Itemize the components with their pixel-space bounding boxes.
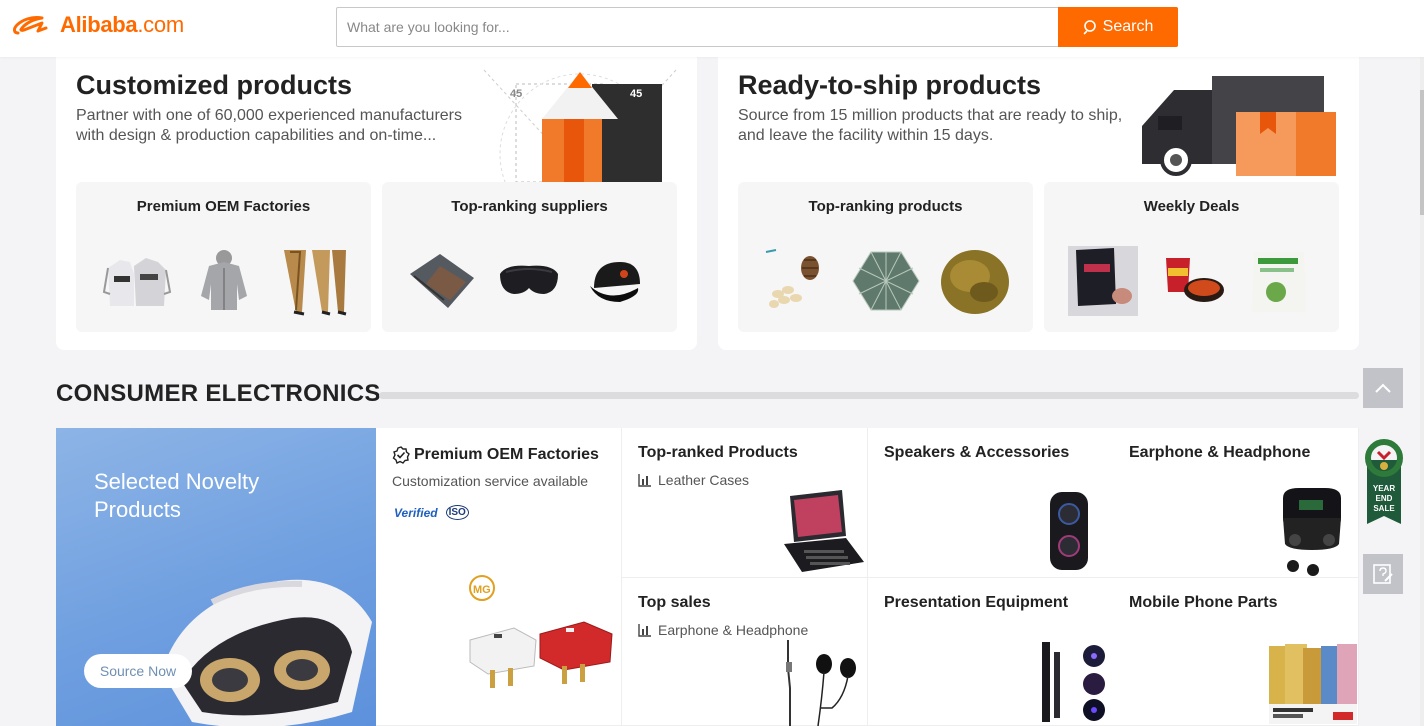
plug-adapter-image: MG: [469, 575, 613, 688]
ready-to-ship-card: Ready-to-ship products Source from 15 mi…: [718, 40, 1359, 350]
angle-label-left: 45: [510, 88, 522, 100]
angle-label-right: 45: [630, 88, 642, 100]
subcard-title: Top-ranking suppliers: [451, 198, 608, 215]
feedback-button[interactable]: [1363, 554, 1403, 594]
oem-subtitle: Customization service available: [392, 473, 589, 489]
top-sales-cell[interactable]: Top sales Earphone & Headphone: [622, 578, 868, 726]
cell-subtitle-text: Earphone & Headphone: [658, 622, 809, 638]
subcard-title: Premium OEM Factories: [136, 198, 311, 215]
scroll-to-top-button[interactable]: [1363, 368, 1403, 408]
iso-badge: ISO: [445, 505, 469, 520]
alibaba-logo-icon: [13, 16, 48, 35]
subcard-top-suppliers[interactable]: Top-ranking suppliers: [382, 182, 677, 332]
search-button[interactable]: Search: [1058, 7, 1178, 47]
sale-badge-text: YEAR END SALE: [1372, 484, 1396, 513]
category-grid: Premium OEM Factories Customization serv…: [376, 428, 1359, 726]
customized-title[interactable]: Customized products: [76, 70, 352, 101]
speakers-accessories-cell[interactable]: Speakers & Accessories: [868, 428, 1114, 578]
search-button-label: Search: [1102, 18, 1154, 35]
snack-pack-image[interactable]: [1066, 244, 1140, 318]
earbuds-case-image: [1283, 488, 1341, 576]
year-end-sale-badge[interactable]: YEAR END SALE: [1365, 438, 1403, 524]
subcard-premium-oem[interactable]: Premium OEM Factories: [76, 182, 371, 332]
search-input[interactable]: [337, 8, 1059, 46]
tablet-case-image: [784, 490, 864, 572]
cell-title: Top sales: [638, 594, 711, 611]
source-now-button[interactable]: Source Now: [84, 654, 192, 688]
eye-mask-image[interactable]: [492, 244, 566, 318]
cell-title: Presentation Equipment: [884, 594, 1069, 611]
matcha-pouch-image[interactable]: [1242, 244, 1316, 318]
verified-check-icon: [392, 446, 410, 464]
cell-subtitle-text: Leather Cases: [658, 472, 750, 488]
cell-title: Mobile Phone Parts: [1129, 594, 1278, 611]
noodle-bowl-image[interactable]: [1154, 244, 1228, 318]
herb-powder-image[interactable]: [938, 244, 1012, 318]
cell-title: Earphone & Headphone: [1129, 444, 1311, 461]
search-bar: Search: [336, 7, 1178, 47]
oem-factories-cell[interactable]: Premium OEM Factories Customization serv…: [376, 428, 622, 726]
cell-title: Top-ranked Products: [638, 444, 798, 461]
top-header: Alibaba.com Search: [0, 0, 1424, 57]
cell-subtitle: Leather Cases: [638, 472, 749, 488]
speaker-image: [1050, 492, 1088, 570]
ready-to-ship-title[interactable]: Ready-to-ship products: [738, 70, 1041, 101]
truck-illustration: [1142, 76, 1336, 176]
novelty-products-banner[interactable]: Selected Novelty Products Source Now: [56, 428, 376, 726]
earphone-headphone-cell[interactable]: Earphone & Headphone: [1113, 428, 1359, 578]
oem-cell-title: Premium OEM Factories: [392, 446, 599, 464]
ready-desc-line2: and leave the facility within 15 days.: [738, 127, 994, 144]
logo-domain-text: .com: [137, 12, 184, 37]
cell-title: Speakers & Accessories: [884, 444, 1070, 461]
top-ranked-products-cell[interactable]: Top-ranked Products Leather Cases: [622, 428, 868, 578]
subcard-title: Weekly Deals: [1143, 198, 1240, 215]
logo-brand-text: Alibaba: [60, 12, 138, 37]
svg-text:MG: MG: [473, 584, 491, 596]
verified-badge: Verified: [394, 505, 438, 520]
bar-chart-icon: [638, 624, 651, 637]
bar-chart-icon: [638, 474, 651, 487]
pencil-illustration: 45 45: [483, 69, 677, 182]
search-icon: [1083, 20, 1096, 35]
presentation-equipment-cell[interactable]: Presentation Equipment: [868, 578, 1114, 726]
page-scrollbar[interactable]: [1420, 0, 1424, 726]
grey-jacket-image[interactable]: [187, 244, 261, 318]
section-divider: [379, 392, 1359, 399]
oem-title-text: Premium OEM Factories: [414, 446, 599, 463]
pine-nuts-image[interactable]: [762, 244, 836, 318]
customized-description: Partner with one of 60,000 experienced m…: [76, 106, 462, 146]
alibaba-logo[interactable]: Alibaba .com: [12, 11, 184, 39]
mobile-phone-parts-cell[interactable]: Mobile Phone Parts: [1113, 578, 1359, 726]
vr-headset-image: [162, 579, 372, 726]
customized-desc-line1: Partner with one of 60,000 experienced m…: [76, 107, 463, 124]
customized-products-card: Customized products Partner with one of …: [56, 40, 697, 350]
ready-desc-line1: Source from 15 million products that are…: [738, 107, 1123, 124]
phone-screens-image: [1269, 644, 1357, 724]
subcard-title: Top-ranking products: [808, 198, 963, 215]
fishing-net-image[interactable]: [849, 244, 923, 318]
banner-title: Selected Novelty Products: [94, 469, 260, 522]
feedback-edit-icon: [1373, 564, 1393, 584]
ready-to-ship-description: Source from 15 million products that are…: [738, 106, 1122, 146]
oem-badges: Verified ISO: [394, 505, 469, 520]
cap-image[interactable]: [580, 244, 654, 318]
earphones-image: [786, 640, 856, 726]
scrollbar-thumb[interactable]: [1420, 90, 1424, 215]
hoodies-image[interactable]: [100, 244, 174, 318]
subcard-top-products[interactable]: Top-ranking products: [738, 182, 1033, 332]
subcard-weekly-deals[interactable]: Weekly Deals: [1044, 182, 1339, 332]
chevron-up-icon: [1375, 383, 1391, 393]
section-title-consumer-electronics: CONSUMER ELECTRONICS: [56, 380, 381, 407]
laser-pointer-image: [1042, 642, 1105, 722]
customized-desc-line2: with design & production capabilities an…: [76, 127, 437, 144]
leggings-image[interactable]: [276, 244, 350, 318]
bag-image[interactable]: [404, 244, 478, 318]
cell-subtitle: Earphone & Headphone: [638, 622, 808, 638]
